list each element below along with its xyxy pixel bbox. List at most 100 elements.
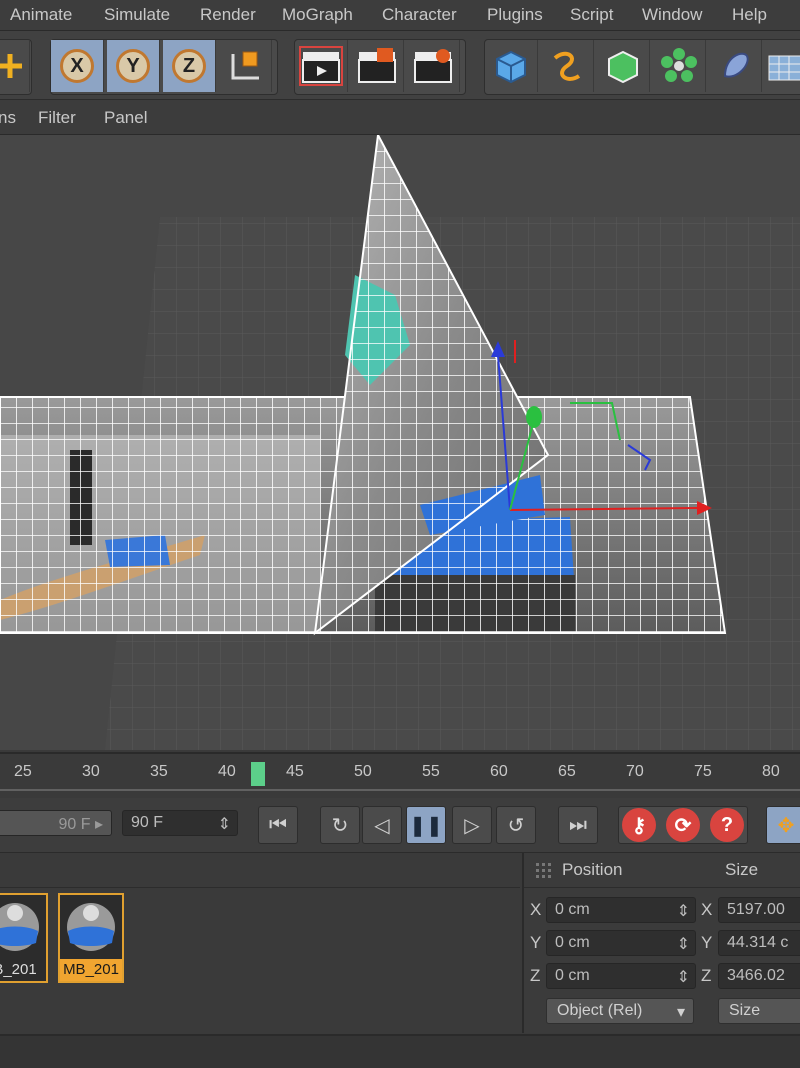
go-to-end-button[interactable]: ⏭ xyxy=(558,806,598,844)
position-y-value: 0 cm xyxy=(555,934,590,951)
size-x-value: 5197.00 xyxy=(727,901,785,918)
size-x-field[interactable]: 5197.00 xyxy=(718,897,800,923)
position-z-value: 0 cm xyxy=(555,967,590,984)
menu-character[interactable]: Character xyxy=(382,5,457,25)
pause-button[interactable]: ❚❚ xyxy=(406,806,446,844)
menu-mograph[interactable]: MoGraph xyxy=(282,5,353,25)
status-bar xyxy=(0,1034,800,1068)
3d-viewport[interactable] xyxy=(0,135,800,750)
viewport-menu-options[interactable]: ns xyxy=(0,108,16,128)
coordinate-system-button[interactable] xyxy=(219,40,272,92)
material-divider xyxy=(0,887,520,888)
clapperboard-icon xyxy=(299,46,343,86)
loop-back-icon: ↻ xyxy=(331,814,349,837)
keyframe-selection-button[interactable]: ? xyxy=(710,808,744,842)
axis-x-button[interactable]: X xyxy=(51,40,104,92)
axis-z-button[interactable]: Z xyxy=(163,40,216,92)
spline-pen-icon xyxy=(553,51,581,81)
step-forward-icon: ▷ xyxy=(464,814,480,837)
preview-end-field[interactable]: 90 F ⇕ xyxy=(122,810,238,836)
menu-render[interactable]: Render xyxy=(200,5,256,25)
render-view-button[interactable] xyxy=(295,40,348,92)
size-z-value: 3466.02 xyxy=(727,967,785,984)
floor-button[interactable] xyxy=(765,40,800,92)
pause-icon: ❚❚ xyxy=(409,814,443,837)
menu-simulate[interactable]: Simulate xyxy=(104,5,170,25)
position-header: Position xyxy=(562,860,623,879)
menu-animate[interactable]: Animate xyxy=(10,5,72,25)
autokey-button[interactable]: ⟳ xyxy=(666,808,700,842)
timeline-ruler[interactable]: 25 30 35 40 45 50 55 60 65 70 75 80 xyxy=(0,752,800,800)
cube-button[interactable] xyxy=(485,40,538,92)
coords-divider xyxy=(524,887,800,888)
main-toolbar: X Y Z xyxy=(0,31,800,100)
viewport-menu-filter[interactable]: Filter xyxy=(38,108,76,128)
cloner-button[interactable] xyxy=(653,40,706,92)
material-tile[interactable]: B_201 xyxy=(0,893,48,983)
tool-group-move xyxy=(0,39,32,95)
axis-lock-group: X Y Z xyxy=(50,39,278,95)
menu-window[interactable]: Window xyxy=(642,5,702,25)
clapperboard-gear-icon xyxy=(414,49,452,83)
size-header: Size xyxy=(725,860,759,879)
viewport-scene xyxy=(0,135,800,750)
skip-start-icon: ⏮ xyxy=(269,813,287,836)
record-key-button[interactable]: ⚷ xyxy=(622,808,656,842)
material-tile-selected[interactable]: MB_201 xyxy=(58,893,124,983)
next-key-button[interactable]: ↺ xyxy=(496,806,536,844)
menu-help[interactable]: Help xyxy=(732,5,767,25)
loop-forward-icon: ↺ xyxy=(507,814,525,837)
preview-start-value: 90 F xyxy=(58,816,91,833)
axis-y-button[interactable]: Y xyxy=(107,40,160,92)
clapperboard-output-icon xyxy=(358,48,396,83)
size-z-label: Z xyxy=(701,966,712,985)
position-x-field[interactable]: 0 cm ⇕ xyxy=(546,897,696,923)
coordinate-mode-value: Object (Rel) xyxy=(557,1002,643,1019)
coordinate-mode-dropdown[interactable]: Object (Rel) ▾ xyxy=(546,998,694,1024)
position-y-field[interactable]: 0 cm ⇕ xyxy=(546,930,696,956)
world-coordinates-icon xyxy=(231,51,259,80)
pos-z-label: Z xyxy=(530,966,541,985)
transport-bar: 90 F ▸ 90 F ⇕ ⏮ ↻ ◁ ❚❚ ▷ ↺ ⏭ ⚷ ⟳ ? ✥ xyxy=(0,798,800,853)
axis-z-icon: Z xyxy=(172,49,206,83)
go-to-start-button[interactable]: ⏮ xyxy=(258,806,298,844)
size-y-field[interactable]: 44.314 c xyxy=(718,930,800,956)
cloner-icon xyxy=(661,48,697,82)
pos-x-label: X xyxy=(530,900,542,919)
autokey-icon: ⟳ xyxy=(674,814,692,837)
size-z-field[interactable]: 3466.02 xyxy=(718,963,800,989)
render-picture-viewer-button[interactable] xyxy=(351,40,404,92)
position-z-field[interactable]: 0 cm ⇕ xyxy=(546,963,696,989)
preview-start-field[interactable]: 90 F ▸ xyxy=(0,810,112,836)
spline-button[interactable] xyxy=(541,40,594,92)
render-settings-button[interactable] xyxy=(407,40,460,92)
position-x-value: 0 cm xyxy=(555,901,590,918)
menu-bar: Animate Simulate Render MoGraph Characte… xyxy=(0,0,800,31)
panel-grip-icon xyxy=(536,863,551,878)
deformer-button[interactable] xyxy=(709,40,762,92)
menu-plugins[interactable]: Plugins xyxy=(487,5,543,25)
previous-frame-button[interactable]: ◁ xyxy=(362,806,402,844)
timeline-ruler-ticks xyxy=(0,789,800,791)
material-label: MB_201 xyxy=(60,959,122,981)
size-x-label: X xyxy=(701,900,713,919)
viewport-menu-panel[interactable]: Panel xyxy=(104,108,147,128)
preview-end-value: 90 F xyxy=(131,814,164,831)
axis-x-icon: X xyxy=(60,49,94,83)
previous-key-button[interactable]: ↻ xyxy=(320,806,360,844)
size-mode-dropdown[interactable]: Size xyxy=(718,998,800,1024)
coordinate-manager: Position Size X 0 cm ⇕ X 5197.00 Y 0 cm ⇕ … xyxy=(524,853,800,1033)
material-manager: B_201 MB_201 xyxy=(0,853,524,1033)
record-position-button[interactable]: ✥ xyxy=(766,806,800,844)
help-question-icon: ? xyxy=(720,813,734,836)
material-label: B_201 xyxy=(0,959,46,981)
pos-y-label: Y xyxy=(530,933,542,952)
move-arrows-icon xyxy=(0,54,22,78)
step-back-icon: ◁ xyxy=(374,814,390,837)
size-y-value: 44.314 c xyxy=(727,934,789,951)
move-tool-button[interactable] xyxy=(0,40,30,92)
axis-y-icon: Y xyxy=(116,49,150,83)
menu-script[interactable]: Script xyxy=(570,5,613,25)
subdivision-surface-button[interactable] xyxy=(597,40,650,92)
next-frame-button[interactable]: ▷ xyxy=(452,806,492,844)
